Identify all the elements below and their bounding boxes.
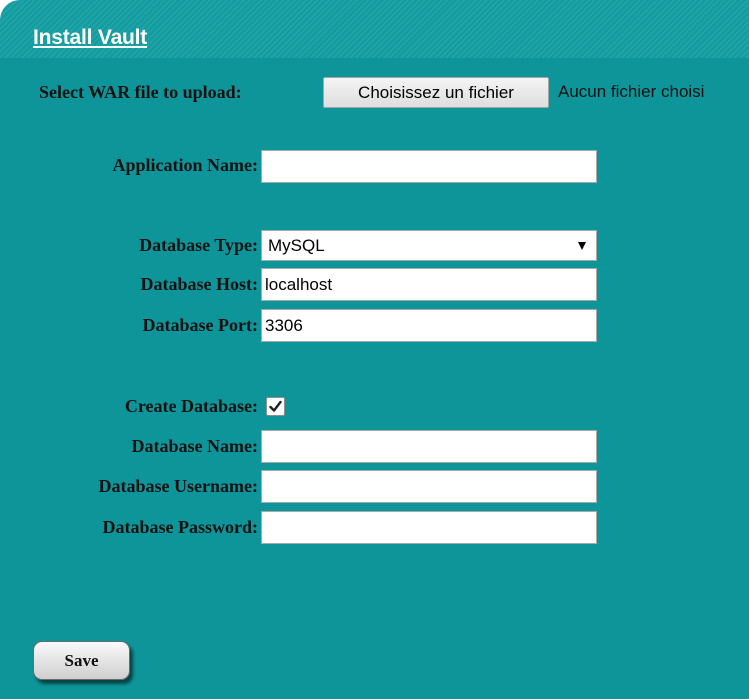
database-username-label: Database Username: xyxy=(98,476,258,496)
war-file-label: Select WAR file to upload: xyxy=(39,82,242,102)
application-name-label: Application Name: xyxy=(112,155,259,175)
create-database-label: Create Database: xyxy=(124,396,258,416)
database-host-label: Database Host: xyxy=(140,274,259,294)
database-type-selected-value: MySQL xyxy=(268,236,325,255)
dropdown-arrow-icon xyxy=(578,242,586,250)
database-port-label: Database Port: xyxy=(142,315,258,335)
database-name-label: Database Name: xyxy=(131,436,258,456)
create-database-checkbox[interactable] xyxy=(266,397,285,416)
database-password-label: Database Password: xyxy=(102,517,259,537)
database-type-label: Database Type: xyxy=(139,235,258,255)
page-title[interactable]: Install Vault xyxy=(33,26,147,50)
database-host-input[interactable] xyxy=(261,268,597,301)
save-button[interactable]: Save xyxy=(33,641,130,680)
file-status-text: Aucun fichier choisi xyxy=(558,82,705,101)
checkmark-icon xyxy=(269,400,282,412)
database-username-input[interactable] xyxy=(261,470,597,503)
database-name-input[interactable] xyxy=(261,430,597,463)
application-name-input[interactable] xyxy=(261,150,597,183)
database-port-input[interactable] xyxy=(261,309,597,342)
install-vault-panel: Install Vault Select WAR file to upload:… xyxy=(0,0,749,699)
choose-file-button[interactable]: Choisissez un fichier xyxy=(323,77,549,108)
database-password-input[interactable] xyxy=(261,511,597,544)
database-type-select[interactable]: MySQL xyxy=(261,230,597,261)
